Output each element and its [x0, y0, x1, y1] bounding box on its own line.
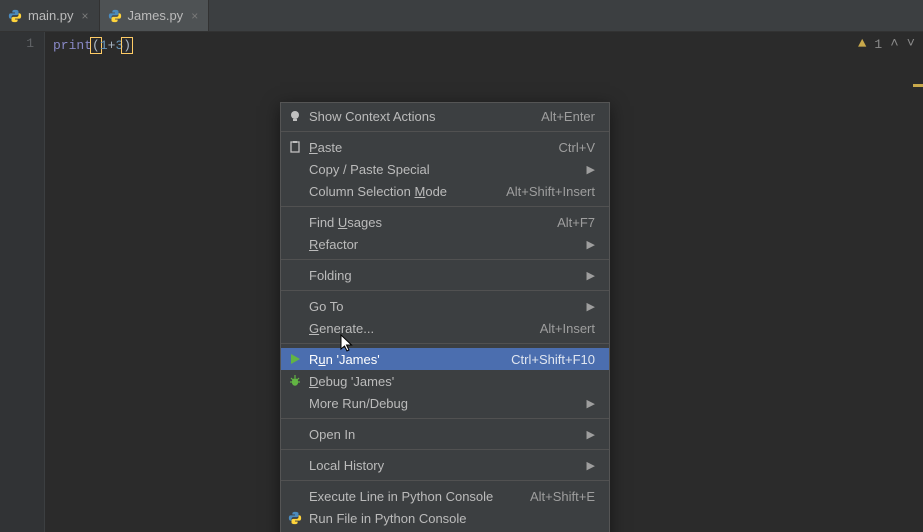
menu-label: Local History [309, 458, 587, 473]
menu-label: Copy / Paste Special [309, 162, 587, 177]
menu-label: Generate... [309, 321, 540, 336]
tab-bar: main.py × James.py × [0, 0, 923, 32]
menu-run-james[interactable]: Run 'James' Ctrl+Shift+F10 [281, 348, 609, 370]
menu-column-selection-mode[interactable]: Column Selection Mode Alt+Shift+Insert [281, 180, 609, 202]
menu-folding[interactable]: Folding ▶ [281, 264, 609, 286]
menu-execute-line-console[interactable]: Execute Line in Python Console Alt+Shift… [281, 485, 609, 507]
inspections-widget[interactable]: ▲ 1 ˄ ˅ [858, 36, 915, 52]
submenu-arrow-icon: ▶ [587, 238, 595, 251]
menu-label: Find Usages [309, 215, 557, 230]
chevron-down-icon[interactable]: ˅ [907, 36, 915, 52]
menu-debug-james[interactable]: Debug 'James' [281, 370, 609, 392]
menu-generate[interactable]: Generate... Alt+Insert [281, 317, 609, 339]
line-number: 1 [0, 36, 34, 51]
menu-separator [281, 206, 609, 207]
tab-label: James.py [128, 8, 184, 23]
submenu-arrow-icon: ▶ [587, 428, 595, 441]
bulb-icon [287, 108, 303, 124]
menu-refactor[interactable]: Refactor ▶ [281, 233, 609, 255]
token-function: print [53, 38, 92, 53]
menu-shortcut: Alt+F7 [557, 215, 595, 230]
menu-label: Show Context Actions [309, 109, 541, 124]
submenu-arrow-icon: ▶ [587, 300, 595, 313]
code-line[interactable]: print(1+3) [53, 36, 915, 56]
token-number: 1 [100, 38, 108, 53]
submenu-arrow-icon: ▶ [587, 397, 595, 410]
paste-icon [287, 139, 303, 155]
menu-paste[interactable]: Paste Ctrl+V [281, 136, 609, 158]
menu-shortcut: Alt+Enter [541, 109, 595, 124]
editor-gutter: 1 [0, 32, 45, 532]
close-tab-icon[interactable]: × [189, 9, 200, 23]
token-close-paren: ) [121, 37, 133, 54]
menu-label: Run File in Python Console [309, 511, 595, 526]
submenu-arrow-icon: ▶ [587, 269, 595, 282]
submenu-arrow-icon: ▶ [587, 459, 595, 472]
editor-area: 1 print(1+3) ▲ 1 ˄ ˅ Show Context Action… [0, 32, 923, 532]
warning-icon: ▲ [858, 36, 866, 52]
menu-separator [281, 290, 609, 291]
python-file-icon [8, 9, 22, 23]
menu-local-history[interactable]: Local History ▶ [281, 454, 609, 476]
overview-marker-warning[interactable] [913, 84, 923, 87]
menu-label: Debug 'James' [309, 374, 595, 389]
tab-james-py[interactable]: James.py × [100, 0, 210, 31]
menu-find-usages[interactable]: Find Usages Alt+F7 [281, 211, 609, 233]
chevron-up-icon[interactable]: ˄ [890, 36, 898, 52]
menu-run-file-console[interactable]: Run File in Python Console [281, 507, 609, 529]
editor-context-menu: Show Context Actions Alt+Enter Paste Ctr… [280, 102, 610, 532]
menu-separator [281, 343, 609, 344]
menu-label: Execute Line in Python Console [309, 489, 530, 504]
menu-label: Refactor [309, 237, 587, 252]
tab-label: main.py [28, 8, 74, 23]
run-icon [287, 351, 303, 367]
menu-label: Paste [309, 140, 559, 155]
warning-count: 1 [874, 37, 882, 52]
menu-label: Open In [309, 427, 587, 442]
menu-shortcut: Alt+Shift+E [530, 489, 595, 504]
close-tab-icon[interactable]: × [80, 9, 91, 23]
python-file-icon [108, 9, 122, 23]
menu-show-context-actions[interactable]: Show Context Actions Alt+Enter [281, 105, 609, 127]
menu-label: More Run/Debug [309, 396, 587, 411]
menu-separator [281, 480, 609, 481]
menu-separator [281, 418, 609, 419]
menu-separator [281, 259, 609, 260]
tab-main-py[interactable]: main.py × [0, 0, 100, 31]
menu-separator [281, 449, 609, 450]
menu-label: Column Selection Mode [309, 184, 506, 199]
menu-label: Go To [309, 299, 587, 314]
menu-separator [281, 131, 609, 132]
menu-shortcut: Alt+Shift+Insert [506, 184, 595, 199]
menu-copy-paste-special[interactable]: Copy / Paste Special ▶ [281, 158, 609, 180]
menu-go-to[interactable]: Go To ▶ [281, 295, 609, 317]
menu-shortcut: Alt+Insert [540, 321, 595, 336]
python-icon [287, 510, 303, 526]
menu-label: Run 'James' [309, 352, 511, 367]
submenu-arrow-icon: ▶ [587, 163, 595, 176]
menu-shortcut: Ctrl+Shift+F10 [511, 352, 595, 367]
menu-label: Folding [309, 268, 587, 283]
debug-icon [287, 373, 303, 389]
menu-open-in[interactable]: Open In ▶ [281, 423, 609, 445]
menu-shortcut: Ctrl+V [559, 140, 595, 155]
menu-more-run-debug[interactable]: More Run/Debug ▶ [281, 392, 609, 414]
